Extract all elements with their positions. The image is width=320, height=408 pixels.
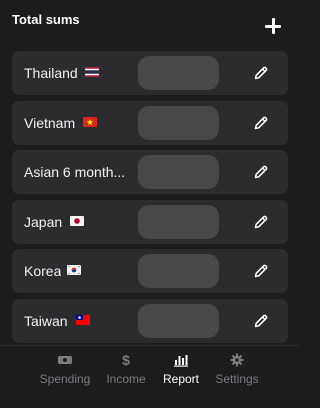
row-label: Japan bbox=[24, 213, 63, 230]
tab-label: Settings bbox=[215, 372, 259, 386]
taiwan-flag-icon bbox=[76, 314, 90, 325]
tab-label: Spending bbox=[39, 372, 91, 386]
pencil-icon[interactable] bbox=[253, 313, 269, 329]
dollar-icon: $ bbox=[122, 353, 130, 367]
pencil-icon[interactable] bbox=[253, 263, 269, 279]
amount-placeholder bbox=[138, 155, 219, 190]
row-label: Vietnam bbox=[24, 114, 76, 131]
gear-icon bbox=[230, 353, 244, 367]
report-screen: Total sums Thailand Vietnam Asian 6 mont… bbox=[0, 0, 300, 408]
amount-placeholder bbox=[138, 204, 219, 239]
row-label: Asian 6 month... bbox=[24, 164, 126, 181]
list-item[interactable]: Japan bbox=[12, 199, 288, 244]
pencil-icon[interactable] bbox=[253, 65, 269, 81]
list-item[interactable]: Taiwan bbox=[12, 298, 288, 343]
row-label: Thailand bbox=[24, 65, 78, 81]
pencil-icon[interactable] bbox=[253, 164, 269, 180]
banknote-icon bbox=[58, 356, 72, 364]
svg-text:$: $ bbox=[122, 353, 130, 367]
header: Total sums bbox=[0, 0, 300, 46]
sum-list: Thailand Vietnam Asian 6 month... Japan … bbox=[12, 51, 288, 349]
row-label: Korea bbox=[24, 263, 62, 280]
korea-flag-icon bbox=[67, 265, 81, 276]
japan-flag-icon bbox=[70, 215, 84, 226]
amount-placeholder bbox=[138, 303, 219, 338]
thailand-flag-icon bbox=[85, 67, 99, 77]
row-label: Taiwan bbox=[24, 312, 68, 329]
bar-chart-icon bbox=[174, 355, 188, 367]
tab-settings[interactable]: Settings bbox=[204, 353, 270, 393]
list-item[interactable]: Korea bbox=[12, 249, 288, 294]
pencil-icon[interactable] bbox=[253, 115, 269, 131]
vietnam-flag-icon bbox=[83, 116, 97, 127]
add-button[interactable] bbox=[265, 18, 281, 34]
tab-spending[interactable]: Spending bbox=[32, 353, 98, 393]
pencil-icon[interactable] bbox=[253, 214, 269, 230]
amount-placeholder bbox=[138, 56, 219, 90]
list-item[interactable]: Vietnam bbox=[12, 100, 288, 145]
page-title: Total sums bbox=[12, 12, 80, 27]
amount-placeholder bbox=[138, 254, 219, 289]
tab-bar: Spending $ Income Report Settings bbox=[0, 345, 300, 408]
list-item[interactable]: Asian 6 month... bbox=[12, 150, 288, 195]
amount-placeholder bbox=[138, 105, 219, 140]
list-item[interactable]: Thailand bbox=[12, 51, 288, 95]
